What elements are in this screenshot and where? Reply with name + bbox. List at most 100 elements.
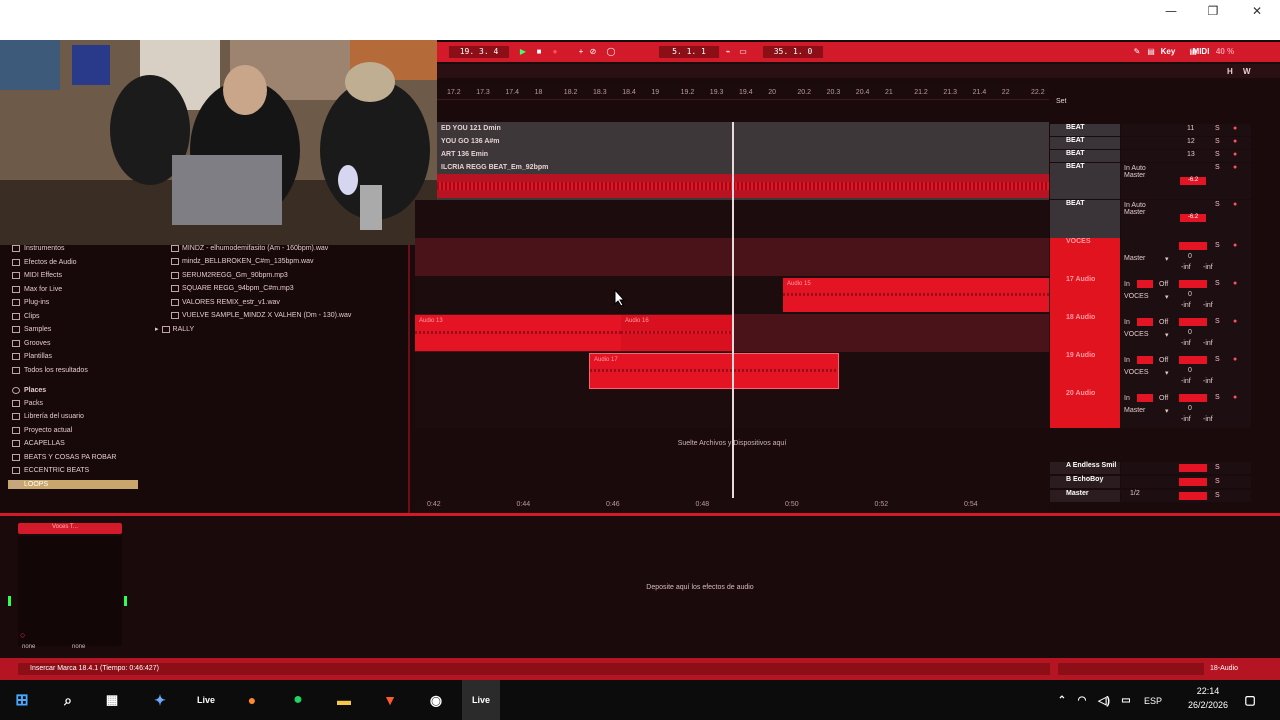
cue-out[interactable]: 1/2 xyxy=(1130,490,1140,497)
solo-button[interactable]: S xyxy=(1215,125,1220,132)
beat-clip-strip[interactable] xyxy=(437,174,1049,198)
browser-category[interactable]: Todos los resultados xyxy=(12,366,88,374)
track-header-audio[interactable]: 17 Audio xyxy=(1050,276,1120,314)
pan-value[interactable]: 0 xyxy=(1188,405,1192,412)
solo-button[interactable]: S xyxy=(1215,164,1220,171)
stop-icon[interactable]: ■ xyxy=(533,46,545,58)
input-monitor-in[interactable]: In xyxy=(1124,281,1130,288)
browser-file[interactable]: MINDZ - elhumodemifasito (Am - 160bpm).w… xyxy=(171,245,328,252)
loop-start-display[interactable]: 5. 1. 1 xyxy=(659,46,719,58)
clip-audio-15[interactable]: Audio 15 xyxy=(783,278,1049,312)
windows-start-icon[interactable]: ⊞ xyxy=(10,688,34,712)
browser-place[interactable]: BEATS Y COSAS PA ROBAR xyxy=(12,453,116,461)
browser-category[interactable]: Plug-ins xyxy=(12,299,49,306)
volume-slider[interactable] xyxy=(1179,318,1207,326)
arm-icon[interactable]: ● xyxy=(1233,394,1237,401)
beat-clip-label[interactable]: ART 136 Emin xyxy=(441,151,488,158)
return-track-header[interactable]: B EchoBoy xyxy=(1050,476,1120,488)
solo-button[interactable]: S xyxy=(1215,464,1220,471)
mixer-strip[interactable]: 13 S ● xyxy=(1121,150,1251,162)
solo-button[interactable]: S xyxy=(1215,138,1220,145)
punch-icon[interactable]: ▭ xyxy=(737,46,749,58)
browser-place[interactable]: Packs xyxy=(12,400,43,407)
browser-place[interactable]: Librería del usuario xyxy=(12,413,84,421)
arm-icon[interactable]: ● xyxy=(1233,280,1237,287)
mixer-strip[interactable]: In Off VOCES ▾ 0 -inf -inf S ● xyxy=(1121,314,1251,352)
wifi-icon[interactable]: ◠ xyxy=(1070,688,1094,712)
playhead[interactable] xyxy=(732,122,734,498)
input-monitor-in[interactable]: In xyxy=(1124,319,1130,326)
minimize-button[interactable]: — xyxy=(1150,0,1192,22)
input-monitor-off[interactable]: Off xyxy=(1159,395,1168,402)
input-monitor-auto[interactable]: Auto xyxy=(1131,165,1145,172)
output-routing[interactable]: Master xyxy=(1124,172,1145,179)
input-none-label[interactable]: none xyxy=(22,644,35,650)
input-monitor-off[interactable]: Off xyxy=(1159,319,1168,326)
browser-category[interactable]: Efectos de Audio xyxy=(12,258,77,266)
output-routing[interactable]: Master xyxy=(1124,209,1145,216)
status-track[interactable]: 18-Audio xyxy=(1210,665,1238,672)
solo-button[interactable]: S xyxy=(1215,151,1220,158)
browser-place[interactable]: Proyecto actual xyxy=(12,426,72,434)
clock-date[interactable]: 26/2/2026 xyxy=(1180,700,1236,710)
spotify-icon[interactable]: ● xyxy=(286,688,310,712)
volume-field[interactable]: -6.2 xyxy=(1180,214,1206,222)
brave-icon[interactable]: ▼ xyxy=(378,688,402,712)
mixer-strip[interactable]: Master ▾ 0 -inf -inf S ● xyxy=(1121,238,1251,276)
track-header-audio[interactable]: 18 Audio xyxy=(1050,314,1120,352)
mixer-strip[interactable]: In Off VOCES ▾ 0 -inf -inf S ● xyxy=(1121,352,1251,390)
beat-clip-label[interactable]: ED YOU 121 Dmin xyxy=(441,125,501,132)
browser-category[interactable]: Plantillas xyxy=(12,353,52,360)
arrangement-overview[interactable]: H W xyxy=(437,64,1280,78)
battery-icon[interactable]: ▭ xyxy=(1114,688,1138,712)
pan-value[interactable]: 0 xyxy=(1188,329,1192,336)
volume-slider[interactable] xyxy=(1179,242,1207,250)
pan-value[interactable]: 0 xyxy=(1188,253,1192,260)
track-header-audio[interactable]: VOCES xyxy=(1050,238,1120,276)
arm-icon[interactable]: ● xyxy=(1233,356,1237,363)
track-header-beat[interactable]: BEAT xyxy=(1050,150,1120,162)
mixer-strip[interactable]: 12 S ● xyxy=(1121,137,1251,149)
browser-place[interactable]: ACAPELLAS xyxy=(12,440,65,448)
browser-file[interactable]: VALORES REMIX_estr_v1.wav xyxy=(171,298,280,306)
arm-icon[interactable]: ● xyxy=(1233,151,1237,158)
loop-length-display[interactable]: 35. 1. 0 xyxy=(763,46,823,58)
volume-field[interactable]: -6.2 xyxy=(1180,177,1206,185)
task-view-icon[interactable]: ▦ xyxy=(100,688,124,712)
browser-category[interactable]: Max for Live xyxy=(12,285,62,293)
ableton-live-taskbar-icon[interactable]: Live xyxy=(194,688,218,712)
browser-file[interactable]: mindz_BELLBROKEN_C#m_135bpm.wav xyxy=(171,258,314,266)
midi-map-button[interactable]: MIDI xyxy=(1192,46,1210,58)
mixer-strip[interactable]: In Off Master ▾ 0 -inf -inf S ● xyxy=(1121,390,1251,428)
output-none-label[interactable]: none xyxy=(72,644,85,650)
notifications-icon[interactable]: ▢ xyxy=(1238,688,1262,712)
clock-time[interactable]: 22:14 xyxy=(1188,686,1228,696)
browser-category[interactable]: Instrumentos xyxy=(12,245,64,252)
overview-w-label[interactable]: W xyxy=(1243,67,1251,76)
volume-icon[interactable]: ◁) xyxy=(1092,688,1116,712)
arm-icon[interactable]: ● xyxy=(1233,125,1237,132)
link-icon[interactable]: ⊘ xyxy=(587,46,599,58)
input-monitor-in[interactable]: In xyxy=(1124,202,1130,209)
beat-ruler[interactable]: 17.2 17.3 17.4 18 18.2 18.3 18.4 19 19.2 19.3 19.4… xyxy=(437,86,1049,100)
return-mixer[interactable]: S xyxy=(1121,476,1251,488)
output-routing[interactable]: VOCES xyxy=(1124,369,1149,376)
fl-studio-icon[interactable]: ● xyxy=(240,688,264,712)
track-header-audio[interactable]: 20 Audio xyxy=(1050,390,1120,428)
volume-slider[interactable] xyxy=(1179,280,1207,288)
solo-button[interactable]: S xyxy=(1215,394,1220,401)
browser-category[interactable]: Samples xyxy=(12,326,51,333)
position-display[interactable]: 19. 3. 4 xyxy=(449,46,509,58)
beat-clip-label[interactable]: ILCRIA REGG BEAT_Em_92bpm xyxy=(441,164,548,171)
pan-value[interactable]: 0 xyxy=(1188,291,1192,298)
input-monitor-off[interactable]: Off xyxy=(1159,281,1168,288)
return-mixer[interactable]: S xyxy=(1121,490,1251,502)
solo-button[interactable]: S xyxy=(1215,201,1220,208)
file-explorer-icon[interactable]: ▬ xyxy=(332,688,356,712)
search-icon[interactable]: ⌕ xyxy=(56,688,80,712)
browser-file[interactable]: SQUARE REGG_94bpm_C#m.mp3 xyxy=(171,285,294,293)
overview-h-label[interactable]: H xyxy=(1227,67,1233,76)
mixer-strip[interactable]: In Off VOCES ▾ 0 -inf -inf S ● xyxy=(1121,276,1251,314)
arm-icon[interactable]: ● xyxy=(1233,318,1237,325)
browser-category[interactable]: MIDI Effects xyxy=(12,272,62,279)
